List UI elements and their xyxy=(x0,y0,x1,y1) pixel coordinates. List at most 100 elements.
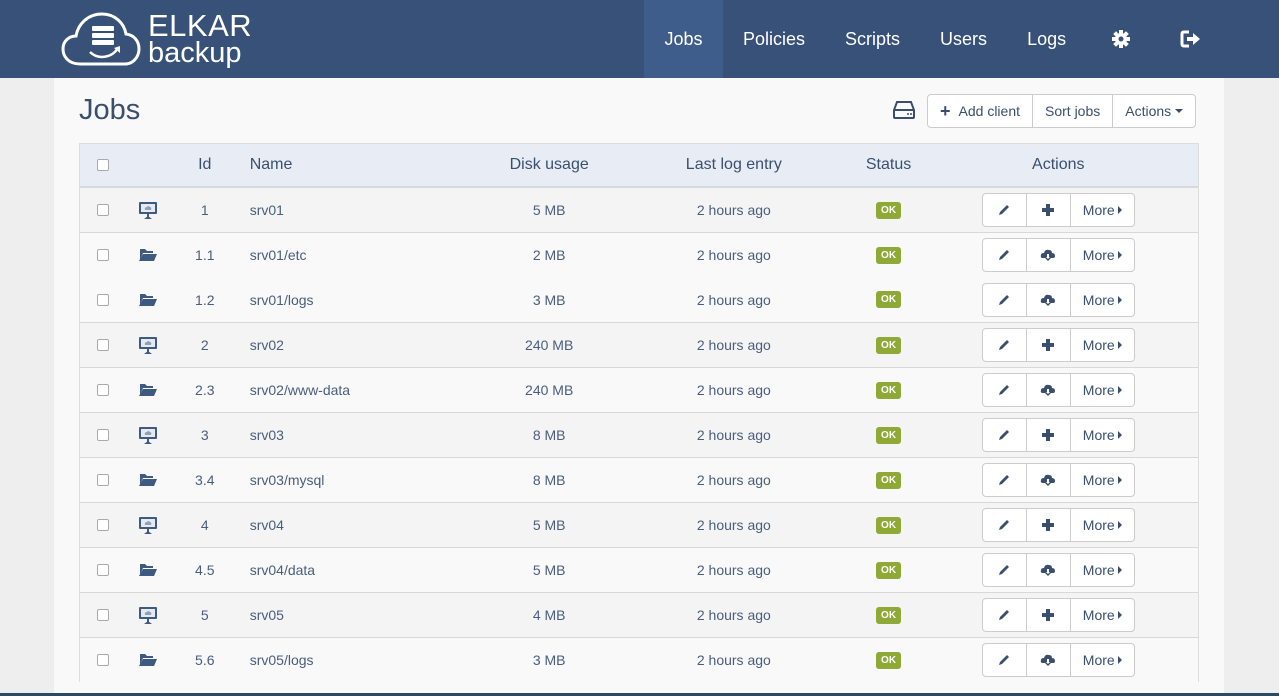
row-last-log: 2 hours ago xyxy=(696,247,771,263)
row-checkbox[interactable] xyxy=(96,564,109,576)
more-label: More xyxy=(1082,427,1115,443)
row-action-group: More xyxy=(981,643,1135,677)
cloud-download-icon xyxy=(1041,249,1056,261)
more-label: More xyxy=(1082,607,1115,623)
edit-button[interactable] xyxy=(983,239,1027,271)
plus-icon xyxy=(1042,519,1055,531)
folder-open-icon xyxy=(138,249,157,261)
add-job-button[interactable] xyxy=(1027,509,1071,541)
hard-drive-icon[interactable] xyxy=(892,100,916,120)
row-action-group: More xyxy=(981,328,1135,362)
plus-icon xyxy=(1042,204,1055,216)
edit-button[interactable] xyxy=(983,419,1027,451)
row-checkbox[interactable] xyxy=(96,609,109,621)
more-dropdown[interactable]: More xyxy=(1071,374,1134,406)
more-label: More xyxy=(1082,382,1115,398)
add-job-button[interactable] xyxy=(1027,419,1071,451)
pencil-icon xyxy=(999,475,1010,485)
more-dropdown[interactable]: More xyxy=(1071,194,1134,226)
more-dropdown[interactable]: More xyxy=(1071,239,1134,271)
more-dropdown[interactable]: More xyxy=(1071,464,1134,496)
table-row: 1 srv01 5 MB 2 hours ago OK More xyxy=(80,187,1198,232)
header-name: Name xyxy=(249,156,293,173)
more-dropdown[interactable]: More xyxy=(1071,284,1134,316)
sort-jobs-button[interactable]: Sort jobs xyxy=(1033,95,1114,127)
row-checkbox[interactable] xyxy=(96,519,109,531)
row-checkbox[interactable] xyxy=(96,204,109,216)
restore-button[interactable] xyxy=(1027,554,1071,586)
row-checkbox[interactable] xyxy=(96,293,109,306)
row-checkbox[interactable] xyxy=(96,654,109,666)
add-job-button[interactable] xyxy=(1027,194,1071,226)
monitor-cloud-icon xyxy=(138,607,157,624)
more-dropdown[interactable]: More xyxy=(1071,554,1134,586)
row-last-log: 2 hours ago xyxy=(696,652,771,668)
edit-button[interactable] xyxy=(983,509,1027,541)
restore-button[interactable] xyxy=(1027,644,1071,676)
nav-logs[interactable]: Logs xyxy=(1007,0,1086,78)
pencil-icon xyxy=(999,294,1010,305)
more-dropdown[interactable]: More xyxy=(1071,419,1134,451)
row-name: srv01 xyxy=(249,202,284,218)
row-checkbox[interactable] xyxy=(96,339,109,351)
caret-right-icon xyxy=(1117,476,1122,484)
pencil-icon xyxy=(999,250,1010,260)
edit-button[interactable] xyxy=(983,329,1027,361)
caret-right-icon xyxy=(1117,656,1122,664)
nav-scripts[interactable]: Scripts xyxy=(825,0,920,78)
row-checkbox[interactable] xyxy=(96,429,109,441)
row-name: srv03/mysql xyxy=(249,472,325,488)
row-disk-usage: 240 MB xyxy=(525,382,574,398)
add-client-button[interactable]: + Add client xyxy=(928,95,1033,127)
logout-button[interactable] xyxy=(1156,0,1226,78)
edit-button[interactable] xyxy=(983,464,1027,496)
toolbar-button-group: + Add client Sort jobs Actions xyxy=(927,94,1197,128)
row-action-group: More xyxy=(981,553,1135,587)
row-last-log: 2 hours ago xyxy=(696,562,771,578)
nav-jobs[interactable]: Jobs xyxy=(644,0,723,78)
gear-icon xyxy=(1112,30,1131,48)
add-job-button[interactable] xyxy=(1027,599,1071,631)
folder-open-icon xyxy=(138,564,157,576)
restore-button[interactable] xyxy=(1027,464,1071,496)
edit-button[interactable] xyxy=(983,374,1027,406)
edit-button[interactable] xyxy=(983,283,1027,316)
more-dropdown[interactable]: More xyxy=(1071,509,1134,541)
add-client-label: Add client xyxy=(958,103,1020,119)
restore-button[interactable] xyxy=(1027,374,1071,406)
nav-users[interactable]: Users xyxy=(920,0,1007,78)
row-last-log: 2 hours ago xyxy=(696,337,771,353)
pencil-icon xyxy=(999,340,1010,350)
edit-button[interactable] xyxy=(983,554,1027,586)
restore-button[interactable] xyxy=(1027,283,1071,316)
row-id: 3 xyxy=(200,427,209,443)
pencil-icon xyxy=(999,385,1010,395)
row-checkbox[interactable] xyxy=(96,249,109,261)
restore-button[interactable] xyxy=(1027,239,1071,271)
select-all-checkbox[interactable] xyxy=(96,159,109,171)
row-checkbox[interactable] xyxy=(96,474,109,486)
actions-dropdown[interactable]: Actions xyxy=(1113,95,1195,127)
cloud-download-icon xyxy=(1041,654,1056,666)
row-checkbox[interactable] xyxy=(96,384,109,396)
caret-right-icon xyxy=(1117,521,1122,529)
edit-button[interactable] xyxy=(983,599,1027,631)
row-name: srv05 xyxy=(249,607,284,623)
more-dropdown[interactable]: More xyxy=(1071,644,1134,676)
pencil-icon xyxy=(999,430,1010,440)
caret-right-icon xyxy=(1117,295,1122,304)
edit-button[interactable] xyxy=(983,194,1027,226)
caret-right-icon xyxy=(1117,431,1122,439)
more-dropdown[interactable]: More xyxy=(1071,329,1134,361)
monitor-cloud-icon xyxy=(138,517,157,534)
row-id: 2 xyxy=(200,337,209,353)
logout-icon xyxy=(1180,30,1201,48)
add-job-button[interactable] xyxy=(1027,329,1071,361)
edit-button[interactable] xyxy=(983,644,1027,676)
settings-button[interactable] xyxy=(1086,0,1156,78)
plus-icon: + xyxy=(940,100,951,121)
nav-policies[interactable]: Policies xyxy=(723,0,825,78)
more-dropdown[interactable]: More xyxy=(1071,599,1134,631)
elkarbackup-logo[interactable]: ELKAR backup xyxy=(60,8,252,70)
more-label: More xyxy=(1082,472,1115,488)
